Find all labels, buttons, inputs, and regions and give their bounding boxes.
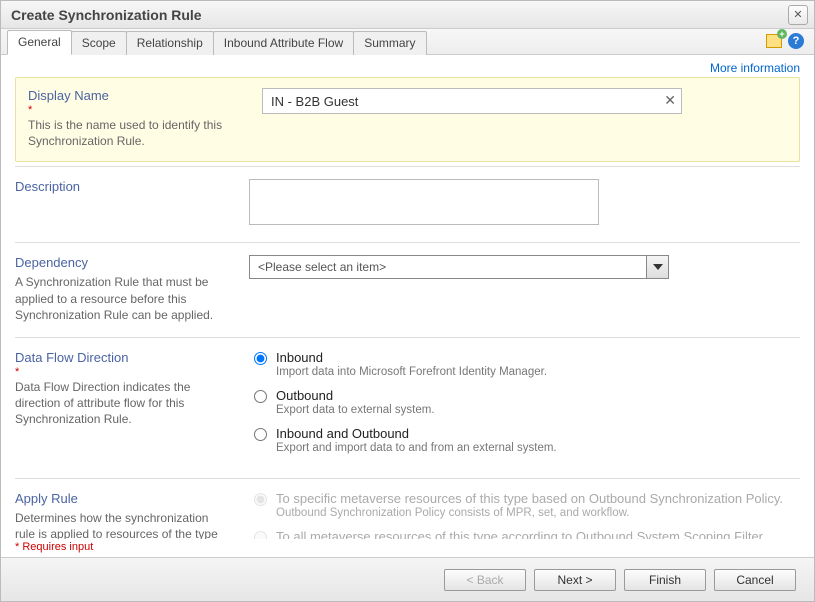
apply-policy-label: To specific metaverse resources of this …	[276, 491, 783, 506]
help-icon[interactable]: ?	[788, 33, 804, 49]
dependency-select-placeholder: <Please select an item>	[258, 260, 386, 274]
display-name-desc: This is the name used to identify this S…	[28, 117, 238, 149]
chevron-down-icon	[646, 256, 668, 278]
tab-general[interactable]: General	[7, 30, 72, 55]
flow-outbound-label: Outbound	[276, 388, 435, 403]
flow-direction-desc: Data Flow Direction indicates the direct…	[15, 379, 225, 428]
add-note-icon[interactable]	[766, 34, 782, 48]
description-input[interactable]	[249, 179, 599, 225]
section-dependency: Dependency A Synchronization Rule that m…	[15, 242, 800, 337]
close-icon: ✕	[793, 8, 802, 21]
dependency-select[interactable]: <Please select an item>	[249, 255, 669, 279]
flow-outbound-row[interactable]: Outbound Export data to external system.	[249, 388, 800, 416]
apply-rule-desc: Determines how the synchronization rule …	[15, 510, 225, 539]
section-description: Description	[15, 166, 800, 242]
display-name-heading: Display Name	[28, 88, 238, 103]
flow-inbound-sub: Import data into Microsoft Forefront Ide…	[276, 366, 547, 378]
dependency-desc: A Synchronization Rule that must be appl…	[15, 274, 225, 323]
apply-filter-row: To all metaverse resources of this type …	[249, 529, 800, 539]
dependency-heading: Dependency	[15, 255, 225, 270]
close-button[interactable]: ✕	[788, 5, 808, 25]
requires-input-note: * Requires input	[1, 539, 814, 557]
flow-both-row[interactable]: Inbound and Outbound Export and import d…	[249, 426, 800, 454]
flow-inbound-row[interactable]: Inbound Import data into Microsoft Foref…	[249, 350, 800, 378]
footer: < Back Next > Finish Cancel	[1, 557, 814, 601]
section-display-name: Display Name * This is the name used to …	[15, 77, 800, 162]
next-button[interactable]: Next >	[534, 569, 616, 591]
more-information-link[interactable]: More information	[710, 61, 800, 75]
tab-inbound-attribute-flow[interactable]: Inbound Attribute Flow	[213, 31, 354, 55]
apply-policy-radio	[254, 493, 267, 506]
flow-inbound-radio[interactable]	[254, 352, 267, 365]
content-area: Display Name * This is the name used to …	[1, 75, 814, 539]
section-apply-rule: Apply Rule Determines how the synchroniz…	[15, 478, 800, 539]
display-name-input[interactable]	[262, 88, 682, 114]
flow-both-sub: Export and import data to and from an ex…	[276, 442, 557, 454]
cancel-button[interactable]: Cancel	[714, 569, 796, 591]
tab-summary[interactable]: Summary	[353, 31, 426, 55]
tab-scope[interactable]: Scope	[71, 31, 127, 55]
apply-rule-heading: Apply Rule	[15, 491, 225, 506]
finish-button[interactable]: Finish	[624, 569, 706, 591]
flow-outbound-sub: Export data to external system.	[276, 404, 435, 416]
apply-filter-radio	[254, 531, 267, 539]
clear-input-icon[interactable]: ✕	[664, 92, 676, 109]
window-title: Create Synchronization Rule	[7, 7, 788, 23]
flow-both-label: Inbound and Outbound	[276, 426, 557, 441]
titlebar: Create Synchronization Rule ✕	[1, 1, 814, 29]
more-info-row: More information	[1, 55, 814, 75]
flow-both-radio[interactable]	[254, 428, 267, 441]
apply-policy-sub: Outbound Synchronization Policy consists…	[276, 507, 783, 519]
tab-row: General Scope Relationship Inbound Attri…	[1, 29, 814, 55]
apply-filter-label: To all metaverse resources of this type …	[276, 529, 766, 539]
flow-direction-required-mark: *	[15, 369, 225, 375]
flow-outbound-radio[interactable]	[254, 390, 267, 403]
tab-relationship[interactable]: Relationship	[126, 31, 214, 55]
section-flow-direction: Data Flow Direction * Data Flow Directio…	[15, 337, 800, 478]
back-button: < Back	[444, 569, 526, 591]
flow-direction-heading: Data Flow Direction	[15, 350, 225, 365]
description-heading: Description	[15, 179, 225, 194]
apply-policy-row: To specific metaverse resources of this …	[249, 491, 800, 519]
display-name-required-mark: *	[28, 107, 238, 113]
tab-tools: ?	[766, 33, 804, 49]
flow-inbound-label: Inbound	[276, 350, 547, 365]
create-sync-rule-dialog: Create Synchronization Rule ✕ General Sc…	[0, 0, 815, 602]
